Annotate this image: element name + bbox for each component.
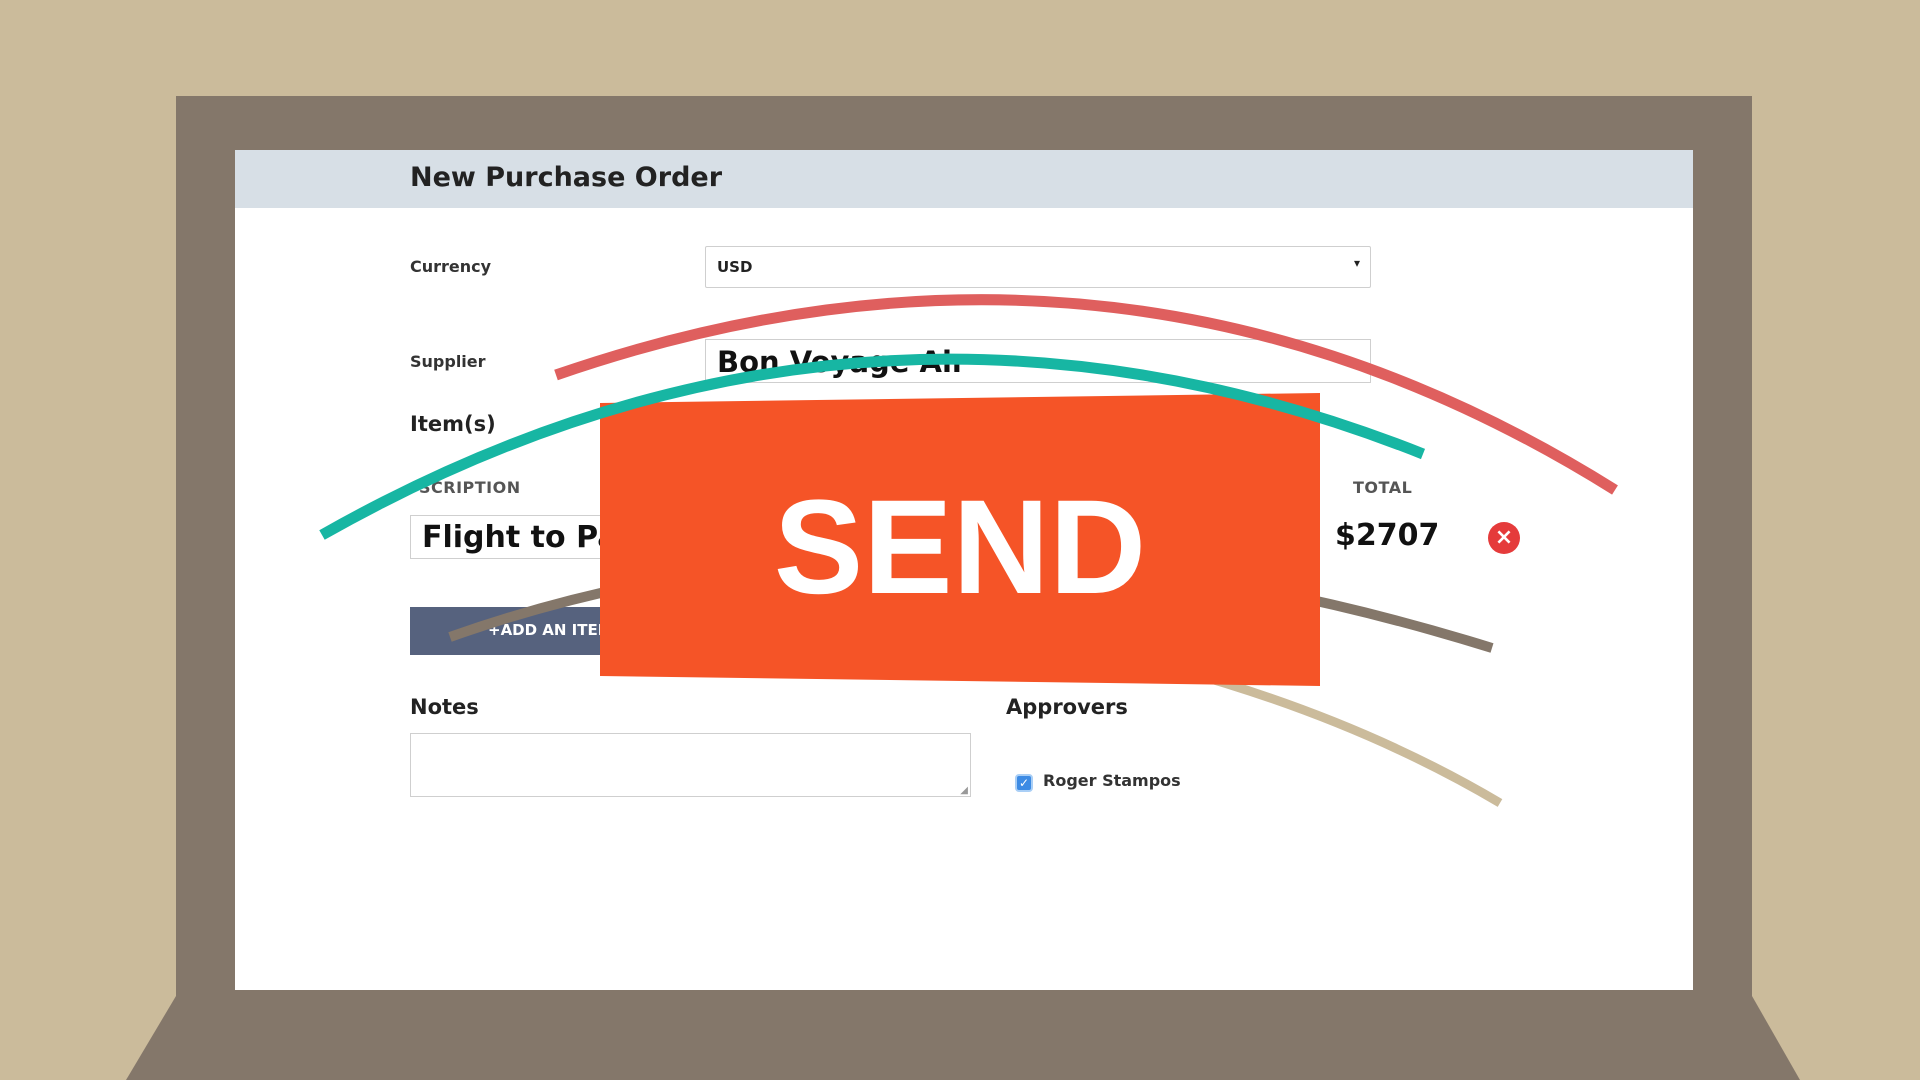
item-description-input[interactable]: Flight to Par xyxy=(410,515,630,559)
form-header: New Purchase Order xyxy=(235,150,1693,208)
approver-name: Roger Stampos xyxy=(1043,771,1181,790)
notes-label: Notes xyxy=(410,695,479,719)
currency-label: Currency xyxy=(410,257,492,276)
supplier-value: Bon Voyage Air xyxy=(717,345,967,379)
items-label: Item(s) xyxy=(410,412,496,436)
currency-select[interactable]: USD ▾ xyxy=(705,246,1371,288)
send-label: SEND xyxy=(773,473,1147,622)
description-header: SCRIPTION xyxy=(419,478,521,497)
total-header: TOTAL xyxy=(1353,478,1413,497)
chevron-down-icon: ▾ xyxy=(1353,256,1360,270)
notes-textarea[interactable]: ◢ xyxy=(410,733,971,797)
close-circle-icon[interactable]: × xyxy=(1488,522,1520,554)
add-item-label: +ADD AN ITEM xyxy=(488,621,613,639)
item-total: $2707 xyxy=(1335,518,1440,553)
currency-value: USD xyxy=(717,258,753,276)
supplier-label: Supplier xyxy=(410,352,486,371)
approvers-label: Approvers xyxy=(1006,695,1128,719)
send-button[interactable]: SEND xyxy=(600,393,1320,686)
page-title: New Purchase Order xyxy=(410,162,723,193)
item-description-value: Flight to Par xyxy=(422,520,630,555)
add-item-button[interactable]: +ADD AN ITEM xyxy=(410,607,630,655)
resize-grip-icon[interactable]: ◢ xyxy=(960,785,968,796)
supplier-input[interactable]: Bon Voyage Air xyxy=(705,339,1371,383)
checkbox-checked-icon[interactable]: ✓ xyxy=(1015,774,1033,792)
